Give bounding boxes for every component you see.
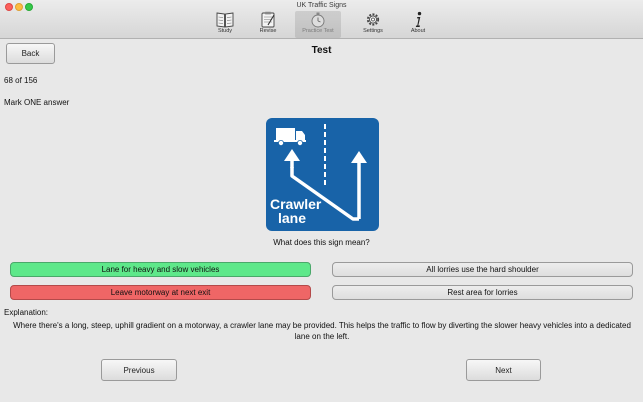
crawler-lane-sign: Crawler lane	[266, 118, 379, 231]
previous-button[interactable]: Previous	[101, 359, 177, 381]
info-icon	[415, 11, 422, 27]
toolbar-practice-test[interactable]: Practice Test	[295, 11, 341, 38]
toolbar-practice-test-label: Practice Test	[302, 28, 334, 34]
window-titlebar: UK Traffic Signs Study Revise Practice T…	[0, 0, 643, 39]
question-text: What does this sign mean?	[273, 238, 370, 247]
next-button[interactable]: Next	[466, 359, 541, 381]
answer-option-1[interactable]: Lane for heavy and slow vehicles	[10, 262, 311, 277]
toolbar-study-label: Study	[217, 28, 233, 34]
toolbar-settings[interactable]: Settings	[350, 11, 396, 38]
book-icon	[216, 12, 234, 28]
window-title: UK Traffic Signs	[296, 2, 347, 9]
stopwatch-icon	[311, 12, 325, 28]
toolbar-about-label: About	[410, 28, 426, 34]
gear-icon	[366, 13, 380, 26]
sign-text-line2: lane	[278, 210, 306, 226]
toolbar-study[interactable]: Study	[202, 11, 248, 38]
answer-option-4[interactable]: Rest area for lorries	[332, 285, 633, 300]
answer-option-3[interactable]: Leave motorway at next exit	[10, 285, 311, 300]
explanation-heading: Explanation:	[4, 308, 49, 317]
explanation-text: Where there's a long, steep, uphill grad…	[13, 321, 631, 341]
page-title: Test	[311, 45, 332, 56]
toolbar-revise-label: Revise	[259, 28, 277, 34]
content-area: Back Test 68 of 156 Mark ONE answer Craw…	[0, 40, 643, 402]
question-progress: 68 of 156	[4, 76, 38, 85]
toolbar-settings-label: Settings	[363, 28, 383, 34]
clipboard-icon	[261, 11, 275, 28]
toolbar-about[interactable]: About	[395, 11, 441, 38]
toolbar-revise[interactable]: Revise	[245, 11, 291, 38]
answer-option-2[interactable]: All lorries use the hard shoulder	[332, 262, 633, 277]
instruction-text: Mark ONE answer	[4, 98, 70, 107]
